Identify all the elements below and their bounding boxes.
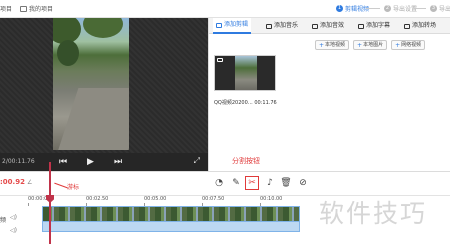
step-edit-video[interactable]: 1 剪辑视频 — [336, 4, 369, 13]
top-bar: 项目 我的项目 1 剪辑视频 2 导出设置 3 导出 — [0, 0, 450, 18]
split-icon[interactable]: ✂ — [245, 176, 259, 190]
transition-icon — [404, 23, 410, 29]
button-label: 网络视频 — [401, 41, 422, 48]
player-controls: 2/00:11.76 ⏮ ▶ ⏭ ⤢ — [0, 153, 208, 171]
step-number: 3 — [430, 5, 437, 12]
tab-label: 添加转场 — [412, 22, 437, 29]
tab-add-sound[interactable]: 添加音效 — [309, 18, 347, 34]
edit-time-icon[interactable]: ∠ — [27, 179, 32, 186]
video-clip[interactable] — [42, 206, 300, 222]
media-caption: QQ视频20200… 00:11.76 — [214, 100, 277, 106]
ruler-tick: 00:02.50 — [86, 196, 109, 206]
video-track-label: 频 — [0, 217, 7, 224]
step-number: 1 — [336, 5, 343, 12]
step-divider — [414, 8, 426, 9]
volume-icon[interactable]: ◁) — [10, 214, 17, 221]
local-image-button[interactable]: + 本地图片 — [353, 40, 388, 50]
bell-icon[interactable]: ♪ — [264, 177, 276, 189]
split-button-annotation: 分割按钮 — [232, 157, 260, 165]
ruler-tick: 00:07.50 — [202, 196, 225, 206]
button-label: 本地视频 — [325, 41, 346, 48]
tab-add-transition[interactable]: 添加转场 — [401, 18, 439, 34]
thumbnail-frame — [235, 56, 257, 90]
my-projects-menu[interactable]: 我的项目 — [20, 4, 53, 13]
road-shape — [55, 88, 129, 150]
video-frame — [53, 18, 129, 150]
button-label: 本地图片 — [363, 41, 384, 48]
video-preview: 2/00:11.76 ⏮ ▶ ⏭ ⤢ — [0, 18, 208, 171]
step-export[interactable]: 3 导出 — [430, 4, 450, 13]
media-panel: 添加剪辑 添加音乐 添加音效 添加字幕 添加转场 + 本地视频 + 本地图片 +… — [208, 18, 450, 171]
sound-icon — [312, 23, 318, 29]
speed-icon[interactable]: ◔ — [213, 177, 225, 189]
previous-frame-icon[interactable]: ⏮ — [59, 156, 67, 168]
tree-shape — [57, 40, 79, 66]
playback-time: 2/00:11.76 — [2, 158, 35, 165]
tab-add-clip[interactable]: 添加剪辑 — [213, 18, 252, 34]
video-editor-window: 项目 我的项目 1 剪辑视频 2 导出设置 3 导出 2/00:11.76 ⏮ … — [0, 0, 450, 244]
plus-icon: + — [357, 41, 363, 49]
text-icon — [358, 23, 364, 29]
watermark: 软件技巧 — [319, 199, 428, 228]
music-icon — [266, 23, 272, 29]
folder-icon — [20, 5, 27, 12]
tree-shape — [83, 18, 123, 38]
step-label: 导出 — [439, 6, 450, 13]
plus-icon: + — [319, 41, 325, 49]
trash-icon[interactable]: 🗑 — [280, 177, 292, 189]
camera-icon — [217, 58, 223, 62]
panel-tabs: 添加剪辑 添加音乐 添加音效 添加字幕 添加转场 — [209, 18, 450, 34]
ruler-tick: 00:10.00 — [260, 196, 283, 206]
plus-icon: + — [395, 41, 401, 49]
project-menu[interactable]: 项目 — [0, 4, 12, 13]
local-video-button[interactable]: + 本地视频 — [315, 40, 350, 50]
volume-icon[interactable]: ◁) — [10, 227, 17, 234]
step-export-settings[interactable]: 2 导出设置 — [384, 4, 417, 13]
fullscreen-icon[interactable]: ⤢ — [194, 156, 200, 166]
next-frame-icon[interactable]: ⏭ — [114, 156, 122, 168]
step-divider — [366, 8, 380, 9]
playhead-cursor[interactable] — [49, 162, 51, 244]
web-video-button[interactable]: + 网络视频 — [391, 40, 426, 50]
tab-label: 添加字幕 — [366, 22, 391, 29]
cursor-annotation: 游标 — [67, 184, 80, 191]
ruler-tick: 00:05.00 — [144, 196, 167, 206]
no-audio-icon[interactable]: ⊘ — [297, 177, 309, 189]
play-icon[interactable]: ▶ — [87, 156, 94, 168]
media-thumbnail[interactable] — [214, 55, 276, 91]
tab-add-subtitle[interactable]: 添加字幕 — [355, 18, 393, 34]
tab-add-music[interactable]: 添加音乐 — [263, 18, 301, 34]
step-number: 2 — [384, 5, 391, 12]
current-time-value: :00.92 — [0, 178, 25, 186]
my-projects-label: 我的项目 — [29, 6, 54, 13]
audio-clip[interactable] — [42, 222, 300, 232]
pencil-icon[interactable]: ✎ — [230, 177, 242, 189]
video-icon — [216, 22, 222, 28]
tab-label: 添加剪辑 — [224, 21, 249, 28]
project-label: 项目 — [0, 6, 13, 13]
tab-label: 添加音效 — [320, 22, 345, 29]
import-buttons: + 本地视频 + 本地图片 + 网络视频 — [315, 40, 426, 50]
current-time: :00.92 ∠ — [0, 178, 32, 186]
tab-label: 添加音乐 — [274, 22, 299, 29]
